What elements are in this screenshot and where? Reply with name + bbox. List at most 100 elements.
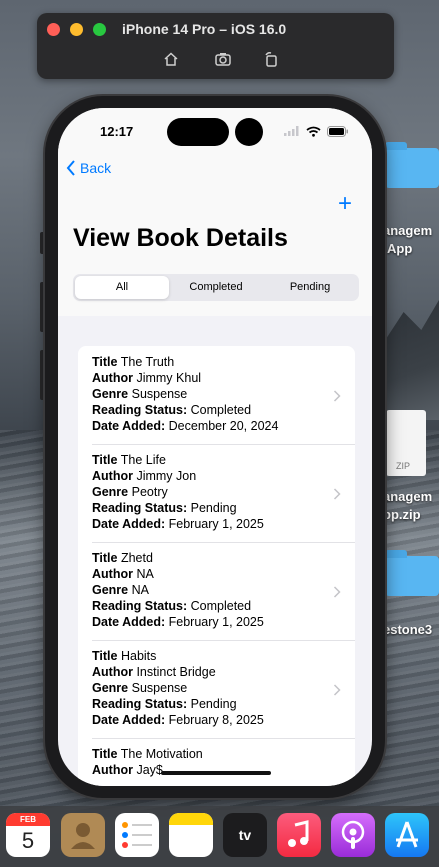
app-store-icon[interactable] bbox=[385, 813, 429, 857]
segment-completed[interactable]: Completed bbox=[169, 276, 263, 299]
book-author: Instinct Bridge bbox=[136, 665, 216, 679]
minimize-window-button[interactable] bbox=[70, 23, 83, 36]
book-row[interactable]: Title The Life Author Jimmy Jon Genre Pe… bbox=[92, 452, 362, 532]
book-genre: Peotry bbox=[131, 485, 168, 499]
genre-label: Genre bbox=[92, 387, 129, 401]
book-status: Pending bbox=[190, 697, 237, 711]
camera-icon bbox=[235, 118, 263, 146]
segment-pending[interactable]: Pending bbox=[263, 276, 357, 299]
book-title: Zhetd bbox=[120, 551, 153, 565]
date-label: Date Added: bbox=[92, 419, 166, 433]
close-window-button[interactable] bbox=[47, 23, 60, 36]
book-row[interactable]: Title Habits Author Instinct Bridge Genr… bbox=[92, 648, 362, 728]
home-indicator[interactable] bbox=[161, 771, 271, 775]
wifi-icon bbox=[306, 126, 321, 137]
contacts-glyph-icon bbox=[71, 823, 95, 849]
folder-icon[interactable] bbox=[385, 550, 439, 596]
home-icon[interactable] bbox=[162, 50, 180, 68]
status-label: Reading Status: bbox=[92, 697, 188, 711]
author-label: Author bbox=[92, 665, 133, 679]
desktop-item-label-1b: App bbox=[387, 241, 413, 256]
chevron-right-icon bbox=[333, 684, 341, 696]
desktop-item-label-3: estone3 bbox=[383, 622, 433, 637]
chevron-right-icon bbox=[333, 586, 341, 598]
book-author: Jimmy Khul bbox=[136, 371, 202, 385]
zip-badge: ZIP bbox=[396, 461, 411, 471]
book-date: February 8, 2025 bbox=[168, 713, 264, 727]
book-title: Habits bbox=[120, 649, 157, 663]
author-label: Author bbox=[92, 567, 133, 581]
row-separator bbox=[92, 444, 355, 445]
book-title: The Motivation bbox=[120, 747, 203, 761]
status-label: Reading Status: bbox=[92, 501, 188, 515]
notes-icon[interactable] bbox=[169, 813, 213, 857]
author-label: Author bbox=[92, 763, 133, 777]
desktop-item-label-2b: pp.zip bbox=[383, 507, 421, 522]
status-indicators bbox=[284, 124, 349, 138]
book-genre: Suspense bbox=[131, 681, 188, 695]
title-label: Title bbox=[92, 649, 118, 663]
screenshot-icon[interactable] bbox=[214, 50, 232, 68]
podcasts-icon[interactable] bbox=[331, 813, 375, 857]
page-title: View Book Details bbox=[73, 224, 288, 252]
chevron-right-icon bbox=[333, 390, 341, 402]
title-label: Title bbox=[92, 453, 118, 467]
genre-label: Genre bbox=[92, 681, 129, 695]
status-label: Reading Status: bbox=[92, 599, 188, 613]
folder-icon[interactable] bbox=[385, 142, 439, 188]
desktop-item-label-1a: anagem bbox=[383, 223, 433, 238]
book-row[interactable]: Title The Truth Author Jimmy Khul Genre … bbox=[92, 354, 362, 434]
genre-label: Genre bbox=[92, 485, 129, 499]
reminders-glyph-icon bbox=[122, 822, 152, 848]
book-status: Pending bbox=[190, 501, 237, 515]
date-label: Date Added: bbox=[92, 713, 166, 727]
iphone-screen: 12:17 Back + View Book Details All Compl… bbox=[58, 108, 372, 786]
apple-tv-icon[interactable]: tv bbox=[223, 813, 267, 857]
calendar-icon[interactable]: FEB 5 bbox=[6, 813, 50, 857]
simulator-title: iPhone 14 Pro – iOS 16.0 bbox=[122, 21, 287, 37]
book-author: NA bbox=[136, 567, 154, 581]
chevron-right-icon bbox=[333, 488, 341, 500]
desktop-item-label-2a: anagem bbox=[383, 489, 433, 504]
back-button-label: Back bbox=[80, 160, 112, 176]
zoom-window-button[interactable] bbox=[93, 23, 106, 36]
chevron-left-icon bbox=[66, 160, 75, 176]
status-time: 12:17 bbox=[100, 124, 134, 139]
wallpaper-mountain bbox=[380, 300, 439, 420]
title-label: Title bbox=[92, 747, 118, 761]
row-separator bbox=[92, 542, 355, 543]
author-label: Author bbox=[92, 469, 133, 483]
rotate-icon[interactable] bbox=[262, 50, 280, 68]
date-label: Date Added: bbox=[92, 615, 166, 629]
status-filter-control[interactable]: All Completed Pending bbox=[73, 274, 359, 301]
music-note-icon bbox=[288, 820, 309, 847]
status-label: Reading Status: bbox=[92, 403, 188, 417]
book-date: February 1, 2025 bbox=[168, 615, 264, 629]
book-author: Jimmy Jon bbox=[136, 469, 197, 483]
book-date: December 20, 2024 bbox=[168, 419, 279, 433]
music-icon[interactable] bbox=[277, 813, 321, 857]
title-label: Title bbox=[92, 355, 118, 369]
app-store-glyph-icon bbox=[396, 821, 418, 848]
date-label: Date Added: bbox=[92, 517, 166, 531]
genre-label: Genre bbox=[92, 583, 129, 597]
calendar-day: 5 bbox=[21, 828, 35, 853]
podcasts-glyph-icon bbox=[341, 820, 365, 849]
back-button[interactable]: Back bbox=[66, 160, 111, 176]
reminders-icon[interactable] bbox=[115, 813, 159, 857]
battery-icon bbox=[327, 125, 348, 137]
dynamic-island bbox=[167, 118, 229, 146]
book-genre: NA bbox=[131, 583, 149, 597]
contacts-icon[interactable] bbox=[61, 813, 105, 857]
book-row[interactable]: Title Zhetd Author NA Genre NA Reading S… bbox=[92, 550, 362, 630]
tv-label: tv bbox=[238, 827, 252, 843]
book-status: Completed bbox=[190, 403, 252, 417]
row-separator bbox=[92, 640, 355, 641]
add-book-button[interactable]: + bbox=[338, 192, 352, 216]
book-date: February 1, 2025 bbox=[168, 517, 264, 531]
segment-all[interactable]: All bbox=[75, 276, 169, 299]
cellular-signal-icon bbox=[284, 126, 299, 136]
row-separator bbox=[92, 738, 355, 739]
book-title: The Life bbox=[120, 453, 166, 467]
calendar-month: FEB bbox=[6, 813, 50, 826]
